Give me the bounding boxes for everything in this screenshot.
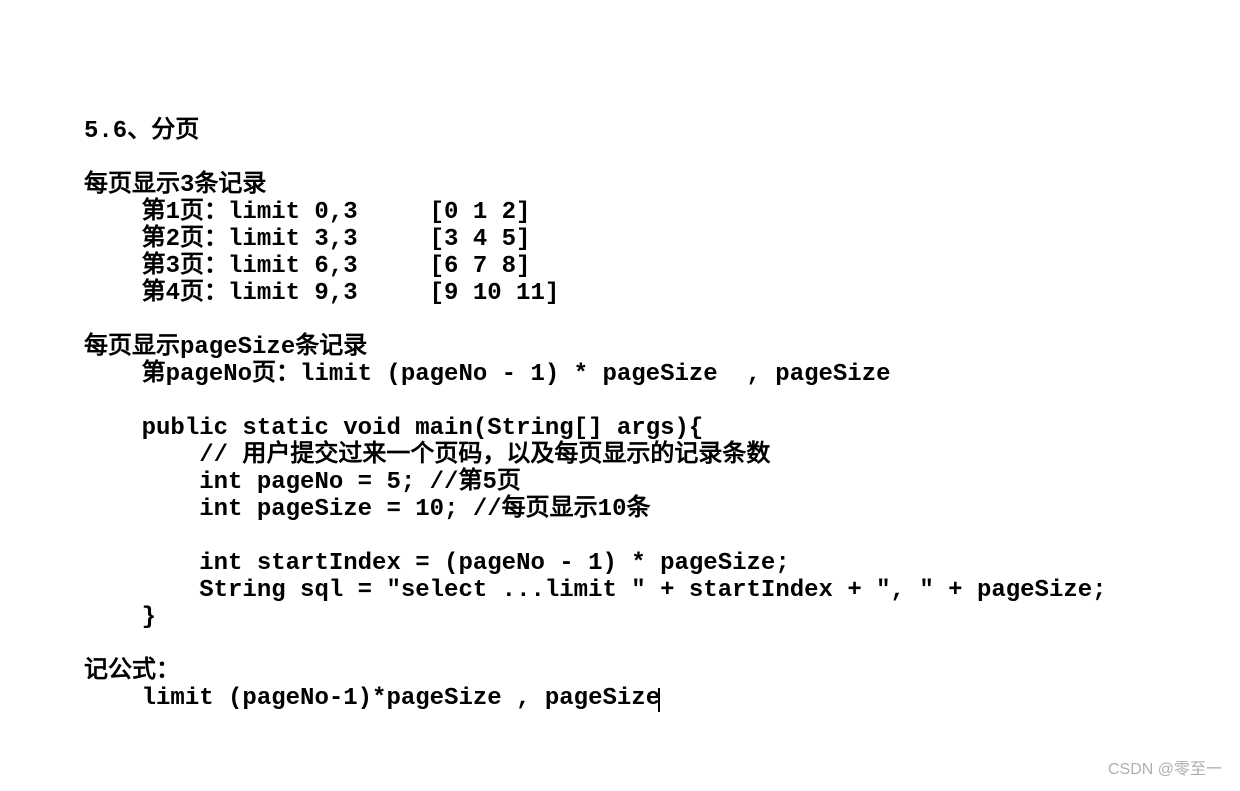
page-row-3: 第3页：limit 6,3 [6 7 8] — [84, 253, 530, 280]
text-cursor-icon — [658, 688, 660, 712]
section3-title: 记公式： — [84, 658, 180, 685]
code-line-4: int pageSize = 10; //每页显示10条 — [84, 496, 650, 523]
code-line-8: } — [84, 604, 156, 631]
document-body: 5.6、分页 每页显示3条记录 第1页：limit 0,3 [0 1 2] 第2… — [84, 118, 1107, 712]
section2-formula: 第pageNo页：limit (pageNo - 1) * pageSize ,… — [84, 361, 891, 388]
section3-formula: limit (pageNo-1)*pageSize , pageSize — [84, 685, 660, 712]
section1-title: 每页显示3条记录 — [84, 172, 266, 199]
page-row-2: 第2页：limit 3,3 [3 4 5] — [84, 226, 530, 253]
page-row-4: 第4页：limit 9,3 [9 10 11] — [84, 280, 559, 307]
code-line-3: int pageNo = 5; //第5页 — [84, 469, 521, 496]
code-line-6: int startIndex = (pageNo - 1) * pageSize… — [84, 550, 790, 577]
code-line-2: // 用户提交过来一个页码，以及每页显示的记录条数 — [84, 442, 770, 469]
section2-title: 每页显示pageSize条记录 — [84, 334, 367, 361]
code-line-1: public static void main(String[] args){ — [84, 415, 703, 442]
code-line-7: String sql = "select ...limit " + startI… — [84, 577, 1107, 604]
page-row-1: 第1页：limit 0,3 [0 1 2] — [84, 199, 530, 226]
section-header: 5.6、分页 — [84, 118, 199, 145]
watermark: CSDN @零至一 — [1108, 755, 1222, 779]
